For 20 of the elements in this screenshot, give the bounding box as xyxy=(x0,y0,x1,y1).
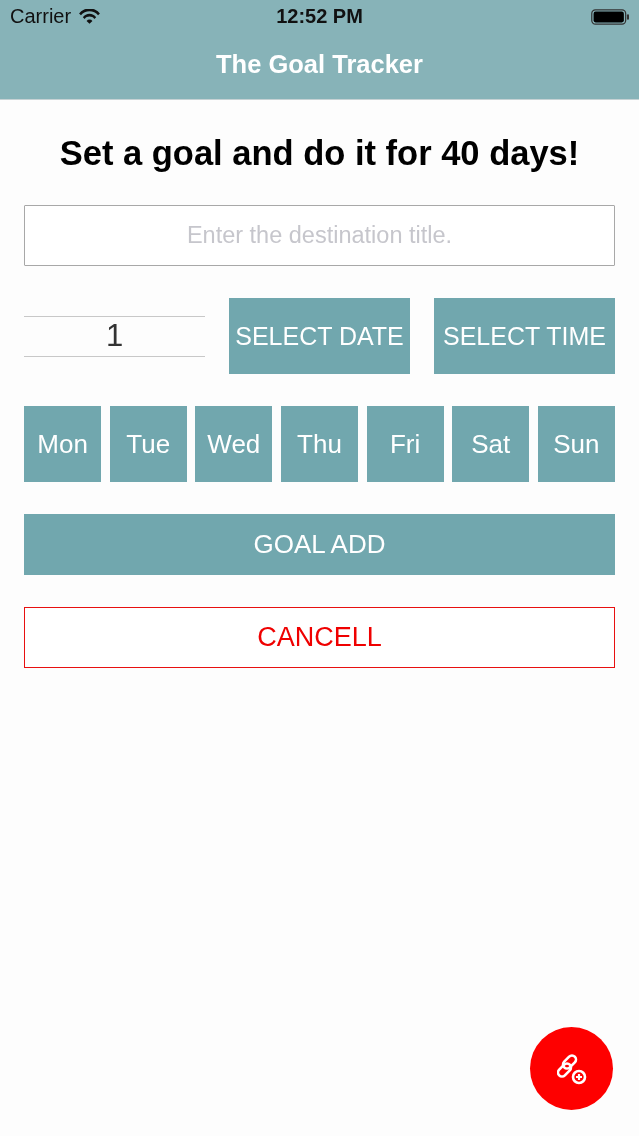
select-button[interactable]: SELECT DATE xyxy=(229,298,410,374)
day-count-input-field[interactable]: 1 xyxy=(24,315,205,357)
weekday-button[interactable]: Sat xyxy=(452,406,530,482)
battery-icon xyxy=(591,8,629,25)
weekday-button[interactable]: Tue xyxy=(109,406,187,482)
weekday-button[interactable]: Wed xyxy=(195,406,273,482)
weekday-button[interactable]: Fri xyxy=(366,406,444,482)
weekday-button[interactable]: Sun xyxy=(537,406,615,482)
cancel-button[interactable]: CANCELL xyxy=(24,607,615,668)
weekday-button[interactable]: Thu xyxy=(280,406,359,482)
title-input-field[interactable]: Enter the destination title. xyxy=(24,205,615,266)
select-button[interactable]: SELECT TIME xyxy=(434,298,615,374)
status-time: 12:52 PM xyxy=(276,5,363,28)
carrier-label: Carrier xyxy=(10,5,72,28)
screen-title: The Goal Tracker xyxy=(216,48,423,80)
goal-heading: Set a goal and do it for 40 days! xyxy=(59,133,580,173)
link-plus-icon xyxy=(556,1052,587,1085)
wifi-signal-icon xyxy=(79,9,101,24)
goal-add-button[interactable]: GOAL ADD xyxy=(24,514,615,575)
weekday-button[interactable]: Mon xyxy=(24,406,102,482)
